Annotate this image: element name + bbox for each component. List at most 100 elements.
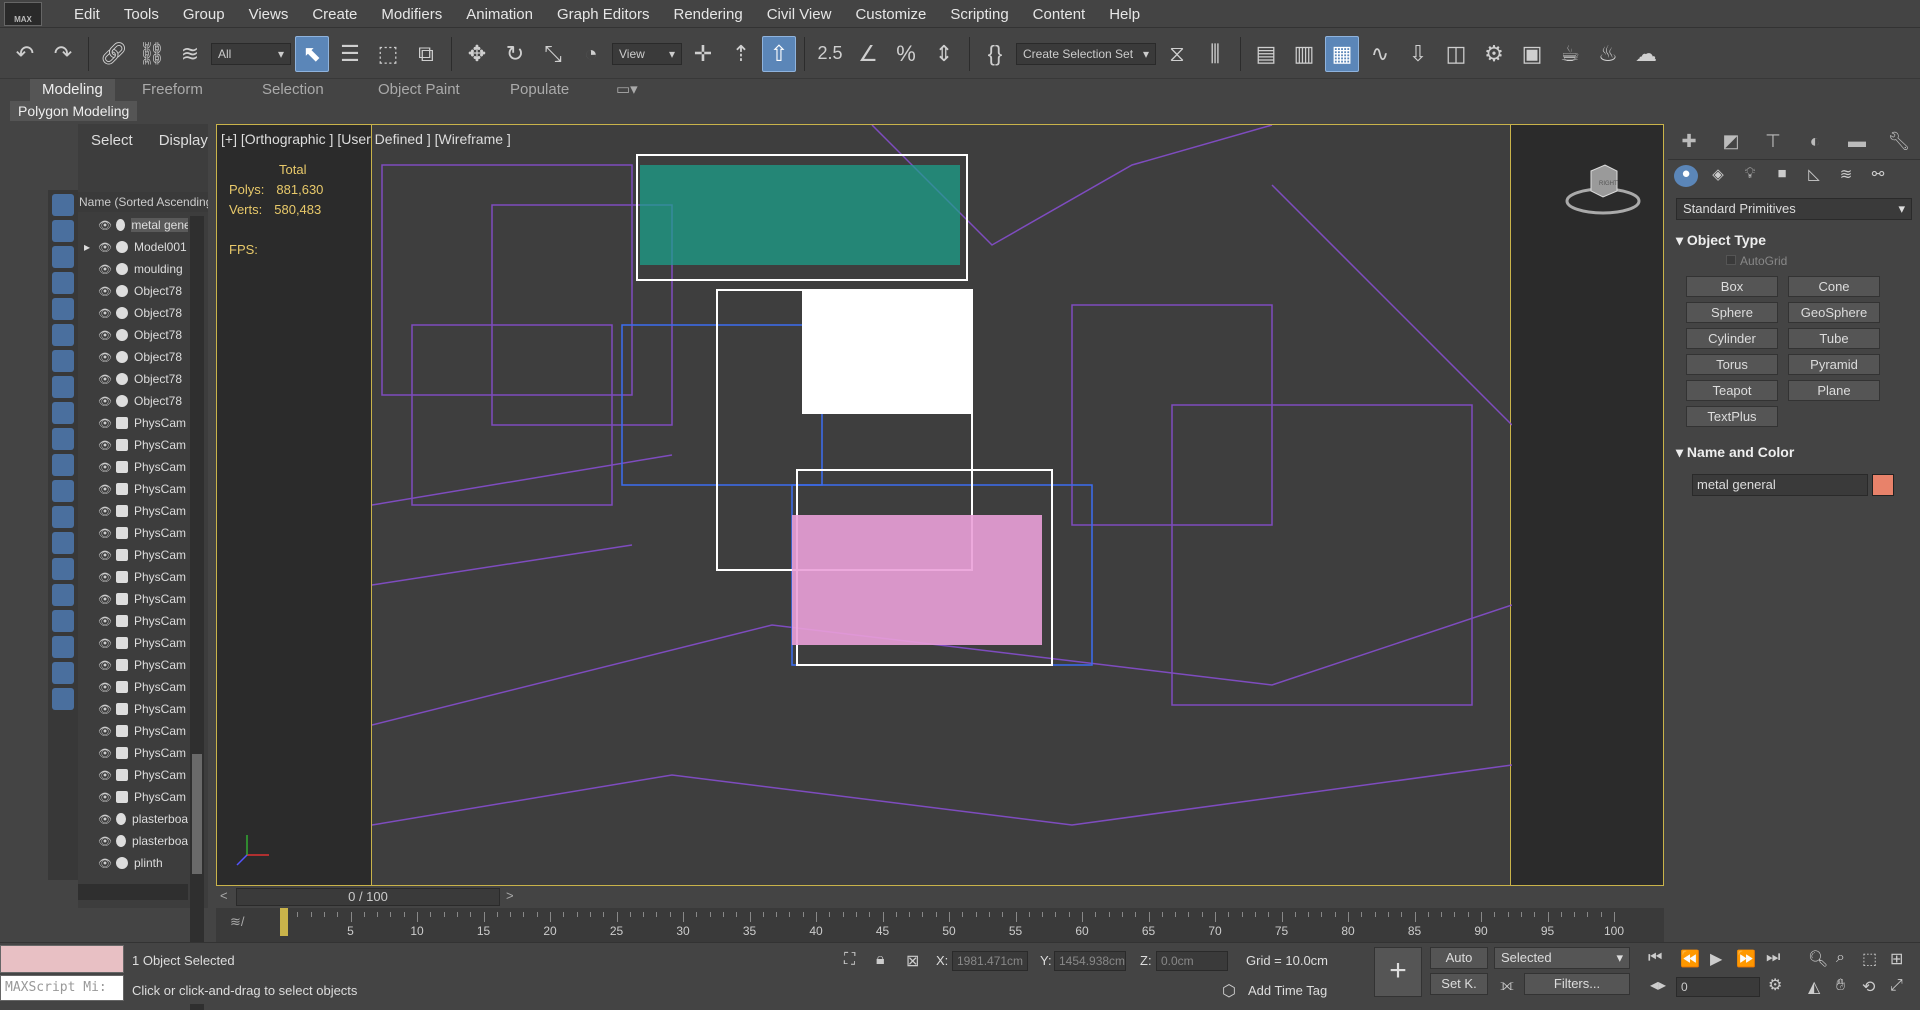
- selection-lock-icon[interactable]: 🔒︎: [876, 951, 885, 969]
- time-slider[interactable]: < 0 / 100 >: [216, 886, 1664, 908]
- scene-list-item[interactable]: 👁︎ moulding: [78, 258, 188, 280]
- menu-customize[interactable]: Customize: [843, 6, 938, 23]
- tab-select[interactable]: Select: [78, 132, 146, 149]
- create-torus-button[interactable]: Torus: [1686, 354, 1778, 375]
- visibility-eye-icon[interactable]: 👁︎: [98, 329, 112, 342]
- absolute-mode-icon[interactable]: ⊠: [906, 951, 919, 971]
- helpers-icon[interactable]: ◺: [1802, 165, 1826, 187]
- visibility-eye-icon[interactable]: 👁︎: [98, 615, 112, 628]
- menu-scripting[interactable]: Scripting: [938, 6, 1020, 23]
- visibility-eye-icon[interactable]: 👁︎: [98, 285, 112, 298]
- display-cameras-icon[interactable]: [52, 298, 74, 320]
- pan-icon[interactable]: ✋︎: [1836, 977, 1845, 995]
- geometry-icon[interactable]: ●: [1674, 165, 1698, 187]
- viewport-label-menu[interactable]: [+] [Orthographic ] [User Defined ] [Wir…: [221, 131, 511, 147]
- visibility-eye-icon[interactable]: 👁︎: [98, 527, 112, 540]
- scene-list-item[interactable]: 👁︎ PhysCam: [78, 610, 188, 632]
- motion-icon[interactable]: ◐: [1803, 131, 1827, 153]
- ribbon-panel-polygon-modeling[interactable]: Polygon Modeling: [10, 101, 138, 121]
- create-geosphere-button[interactable]: GeoSphere: [1788, 302, 1880, 323]
- menu-modifiers[interactable]: Modifiers: [369, 6, 454, 23]
- orbit-icon[interactable]: ⟲: [1862, 977, 1875, 997]
- display-helpers-icon[interactable]: [52, 324, 74, 346]
- scene-list-item[interactable]: 👁︎ PhysCam: [78, 412, 188, 434]
- tab-display[interactable]: Display: [146, 132, 221, 149]
- track-bar[interactable]: 0510152025303540455055606570758085909510…: [216, 908, 1664, 942]
- display-spacewarps-icon[interactable]: [52, 350, 74, 372]
- prev-frame-icon[interactable]: ⏪: [1680, 949, 1700, 969]
- reference-coordinate-dropdown[interactable]: View ▾: [612, 42, 682, 65]
- unlink-icon[interactable]: ⛓: [135, 36, 169, 72]
- create-box-button[interactable]: Box: [1686, 276, 1778, 297]
- visibility-eye-icon[interactable]: 👁︎: [98, 307, 112, 320]
- scene-list-item[interactable]: 👁︎ Object78: [78, 390, 188, 412]
- rollout-name-and-color[interactable]: ▾ Name and Color: [1676, 444, 1794, 461]
- lights-icon[interactable]: 💡︎: [1738, 165, 1762, 187]
- scene-list-item[interactable]: 👁︎ PhysCam: [78, 544, 188, 566]
- next-frame-icon[interactable]: ⏩: [1736, 949, 1756, 969]
- create-teapot-button[interactable]: Teapot: [1686, 380, 1778, 401]
- z-coordinate-field[interactable]: 0.0cm: [1156, 951, 1228, 971]
- scene-list-item[interactable]: 👁︎ plasterboard: [78, 808, 188, 830]
- rollout-object-type[interactable]: ▾ Object Type: [1676, 232, 1766, 249]
- visibility-eye-icon[interactable]: 👁︎: [98, 571, 112, 584]
- scene-list-item[interactable]: 👁︎ PhysCam: [78, 720, 188, 742]
- scene-list-item[interactable]: 👁︎ Object78: [78, 346, 188, 368]
- ribbon-tab-populate[interactable]: Populate: [498, 79, 581, 101]
- object-name-field[interactable]: metal general: [1692, 474, 1868, 496]
- display-containers-icon[interactable]: [52, 454, 74, 476]
- display-geometry-icon[interactable]: [52, 220, 74, 242]
- key-mode-dropdown[interactable]: Selected ▾: [1494, 947, 1630, 969]
- visibility-eye-icon[interactable]: 👁︎: [98, 241, 112, 254]
- scene-list-item[interactable]: 👁︎ Object78: [78, 302, 188, 324]
- select-by-name-icon[interactable]: ☰: [333, 36, 367, 72]
- goto-end-icon[interactable]: ⏭: [1766, 949, 1780, 967]
- visibility-eye-icon[interactable]: 👁︎: [98, 461, 112, 474]
- systems-icon[interactable]: ⚯: [1866, 165, 1890, 187]
- shapes-icon[interactable]: ◈: [1706, 165, 1730, 187]
- display-hidden-icon[interactable]: [52, 506, 74, 528]
- filter-icon[interactable]: [52, 636, 74, 658]
- visibility-eye-icon[interactable]: 👁︎: [98, 857, 112, 870]
- zoom-icon[interactable]: 🔍︎: [1808, 949, 1828, 969]
- scene-list-item[interactable]: 👁︎ PhysCam: [78, 434, 188, 456]
- goto-start-icon[interactable]: ⏮: [1648, 949, 1662, 967]
- pivot-icon[interactable]: ✛: [686, 36, 720, 72]
- scene-list-hscrollbar[interactable]: [78, 884, 188, 900]
- menu-animation[interactable]: Animation: [454, 6, 545, 23]
- visibility-eye-icon[interactable]: 👁︎: [98, 835, 112, 848]
- visibility-eye-icon[interactable]: 👁︎: [98, 351, 112, 364]
- visibility-eye-icon[interactable]: 👁︎: [98, 417, 112, 430]
- viewcube[interactable]: RIGHT: [1563, 159, 1643, 219]
- display-groups-icon[interactable]: [52, 376, 74, 398]
- utilities-icon[interactable]: 🔧︎: [1887, 131, 1911, 153]
- selection-filter-dropdown[interactable]: All ▾: [211, 42, 291, 65]
- set-key-icon[interactable]: +: [1374, 947, 1422, 997]
- display-frozen-icon[interactable]: [52, 480, 74, 502]
- render-icon[interactable]: ☕︎: [1553, 36, 1587, 72]
- visibility-eye-icon[interactable]: 👁︎: [98, 769, 112, 782]
- scene-list-item[interactable]: 👁︎ PhysCam: [78, 742, 188, 764]
- field-of-view-icon[interactable]: ◭: [1808, 977, 1820, 997]
- scene-list-item[interactable]: 👁︎ PhysCam: [78, 786, 188, 808]
- scene-list-item[interactable]: ▸ 👁︎ Model001: [78, 236, 188, 258]
- display-shapes-icon[interactable]: [52, 246, 74, 268]
- current-frame-marker[interactable]: [280, 908, 288, 936]
- named-sets-icon[interactable]: {}: [978, 36, 1012, 72]
- scene-list-item[interactable]: 👁︎ PhysCam: [78, 676, 188, 698]
- scene-list-item[interactable]: 👁︎ Object78: [78, 324, 188, 346]
- visibility-eye-icon[interactable]: 👁︎: [98, 395, 112, 408]
- zoom-all-icon[interactable]: ⌕: [1836, 949, 1845, 967]
- bind-space-warp-icon[interactable]: ≋: [173, 36, 207, 72]
- cameras-icon[interactable]: ■: [1770, 165, 1794, 187]
- set-key-button[interactable]: Set K.: [1430, 973, 1488, 995]
- schematic-icon[interactable]: ⇩: [1401, 36, 1435, 72]
- play-icon[interactable]: ▶: [1710, 949, 1722, 969]
- object-color-swatch[interactable]: [1872, 474, 1894, 496]
- current-frame-field[interactable]: 0: [1676, 977, 1760, 997]
- link-icon[interactable]: 🔗︎: [97, 36, 131, 72]
- zoom-extents-all-icon[interactable]: ⊞: [1890, 949, 1903, 969]
- visibility-eye-icon[interactable]: 👁︎: [98, 791, 112, 804]
- create-tube-button[interactable]: Tube: [1788, 328, 1880, 349]
- curve-editor-icon[interactable]: ∿: [1363, 36, 1397, 72]
